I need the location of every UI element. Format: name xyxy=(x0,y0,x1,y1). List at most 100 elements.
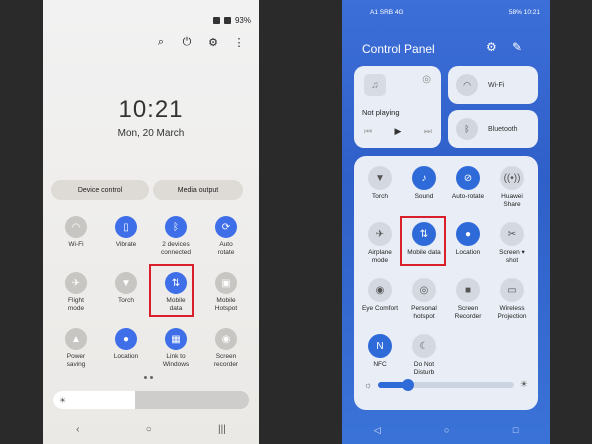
auto-rotate-icon: ⟳ xyxy=(215,216,237,238)
device-control-button[interactable]: Device control xyxy=(51,180,149,200)
music-note-icon: ♫ xyxy=(364,74,386,96)
airplane-icon: ✈ xyxy=(65,272,87,294)
tile-bluetooth[interactable]: ᛒ 2 devices connected xyxy=(151,216,201,264)
bluetooth-tile[interactable]: ᛒ Bluetooth xyxy=(448,110,538,148)
tile-screenshot[interactable]: ✂ Screen ▾ shot xyxy=(490,222,534,274)
huawei-share-icon: ((•)) xyxy=(500,166,524,190)
screen-recorder-icon: ◉ xyxy=(215,328,237,350)
tile-label: Link to Windows xyxy=(162,353,190,368)
audio-output-icon[interactable]: ◎ xyxy=(422,74,431,85)
tile-wifi[interactable]: ◠ Wi-Fi xyxy=(51,216,101,264)
tile-eye-comfort[interactable]: ◉ Eye Comfort xyxy=(358,278,402,330)
signal-icon xyxy=(223,17,231,24)
top-actions: ⌕ ⏻ ⚙ ⋮ xyxy=(155,36,245,49)
tile-airplane[interactable]: ✈ Airplane mode xyxy=(358,222,402,274)
media-card[interactable]: ♫ ◎ Not playing ⏮ ▶ ⏭ xyxy=(354,66,441,148)
sun-small-icon: ☼ xyxy=(364,379,373,390)
tile-label: Screen ▾ shot xyxy=(499,249,525,264)
previous-icon[interactable]: ⏮ xyxy=(364,126,372,137)
tile-hotspot[interactable]: ▣ Mobile Hotspot xyxy=(201,272,251,320)
home-button[interactable]: ○ xyxy=(146,424,152,435)
tile-label: Screen Recorder xyxy=(454,305,482,320)
nav-bar: ◁ ○ □ xyxy=(342,425,550,436)
home-button[interactable]: ○ xyxy=(444,425,449,436)
tile-label: Flight mode xyxy=(67,297,85,312)
tile-auto-rotate[interactable]: ⊘ Auto-rotate xyxy=(446,166,490,218)
edit-icon[interactable]: ✎ xyxy=(512,40,522,54)
recents-button[interactable]: ||| xyxy=(218,424,226,435)
gear-icon[interactable]: ⚙ xyxy=(207,36,219,49)
gear-icon[interactable]: ⚙ xyxy=(486,40,497,54)
tile-torch[interactable]: ▼ Torch xyxy=(358,166,402,218)
nav-bar: ‹ ○ ||| xyxy=(43,424,259,435)
brightness-fill: ☀ xyxy=(53,391,136,409)
tile-hotspot[interactable]: ◎ Personal hotspot xyxy=(402,278,446,330)
tile-link-windows[interactable]: ▦ Link to Windows xyxy=(151,328,201,376)
tile-vibrate[interactable]: ▯ Vibrate xyxy=(101,216,151,264)
wifi-icon: ◠ xyxy=(65,216,87,238)
brightness-slider[interactable]: ☼ ☀ xyxy=(364,378,528,391)
tile-label: Wireless Projection xyxy=(497,305,527,320)
status-bar: 93% xyxy=(212,16,251,25)
samsung-quick-panel: 93% ⌕ ⏻ ⚙ ⋮ 10:21 Mon, 20 March Device c… xyxy=(43,0,259,444)
tile-label: Location xyxy=(455,249,481,256)
tile-label: Huawei Share xyxy=(501,193,523,208)
tile-label: Auto-rotate xyxy=(451,193,485,200)
next-icon[interactable]: ⏭ xyxy=(424,126,432,137)
wifi-icon: ◠ xyxy=(456,74,478,96)
bluetooth-icon: ᛒ xyxy=(456,118,478,140)
tile-label: Screen recorder xyxy=(213,353,239,368)
tile-label: Vibrate xyxy=(115,241,137,248)
tile-screen-recorder[interactable]: ◉ Screen recorder xyxy=(201,328,251,376)
tile-huawei-share[interactable]: ((•)) Huawei Share xyxy=(490,166,534,218)
tile-label: Auto rotate xyxy=(217,241,235,256)
tile-torch[interactable]: ▼ Torch xyxy=(101,272,151,320)
tile-screen-recorder[interactable]: ■ Screen Recorder xyxy=(446,278,490,330)
sun-icon: ☀ xyxy=(59,395,67,405)
tile-power-saving[interactable]: ▲ Power saving xyxy=(51,328,101,376)
hotspot-icon: ◎ xyxy=(412,278,436,302)
tile-label: Power saving xyxy=(66,353,86,368)
time-text: 10:21 xyxy=(523,9,540,16)
bell-icon: ♪ xyxy=(412,166,436,190)
moon-icon: ☾ xyxy=(412,334,436,358)
tile-projection[interactable]: ▭ Wireless Projection xyxy=(490,278,534,330)
nfc-icon: N xyxy=(368,334,392,358)
tile-auto-rotate[interactable]: ⟳ Auto rotate xyxy=(201,216,251,264)
highlight-box xyxy=(400,216,446,266)
page-title: Control Panel xyxy=(362,42,435,56)
media-controls: ⏮ ▶ ⏭ xyxy=(364,126,432,137)
brightness-track[interactable] xyxy=(378,378,514,391)
brightness-knob[interactable] xyxy=(402,378,415,391)
tile-location[interactable]: ● Location xyxy=(101,328,151,376)
hotspot-icon: ▣ xyxy=(215,272,237,294)
bluetooth-icon: ᛒ xyxy=(165,216,187,238)
recents-button[interactable]: □ xyxy=(513,425,518,436)
tile-bell[interactable]: ♪ Sound xyxy=(402,166,446,218)
tile-label: 2 devices connected xyxy=(161,241,191,256)
more-icon[interactable]: ⋮ xyxy=(233,36,245,49)
projection-icon: ▭ xyxy=(500,278,524,302)
torch-icon: ▼ xyxy=(368,166,392,190)
back-button[interactable]: ◁ xyxy=(374,425,381,436)
back-button[interactable]: ‹ xyxy=(76,424,79,435)
tile-location[interactable]: ● Location xyxy=(446,222,490,274)
play-icon[interactable]: ▶ xyxy=(395,126,402,137)
eye-comfort-icon: ◉ xyxy=(368,278,392,302)
tile-label: Location xyxy=(113,353,139,360)
torch-icon: ▼ xyxy=(115,272,137,294)
screenshot-icon: ✂ xyxy=(500,222,524,246)
search-icon[interactable]: ⌕ xyxy=(155,36,167,49)
tile-label: Sound xyxy=(414,193,434,200)
wifi-tile[interactable]: ◠ Wi-Fi xyxy=(448,66,538,104)
tile-airplane[interactable]: ✈ Flight mode xyxy=(51,272,101,320)
media-output-button[interactable]: Media output xyxy=(153,180,243,200)
tile-label: Mobile Hotspot xyxy=(214,297,238,312)
sun-large-icon: ☀ xyxy=(519,379,528,389)
brightness-slider[interactable]: ☀ xyxy=(53,391,249,409)
power-saving-icon: ▲ xyxy=(65,328,87,350)
battery-text: 58% xyxy=(508,9,522,16)
bluetooth-label: Bluetooth xyxy=(488,125,518,133)
tile-label: Torch xyxy=(372,193,388,200)
power-icon[interactable]: ⏻ xyxy=(181,36,193,49)
